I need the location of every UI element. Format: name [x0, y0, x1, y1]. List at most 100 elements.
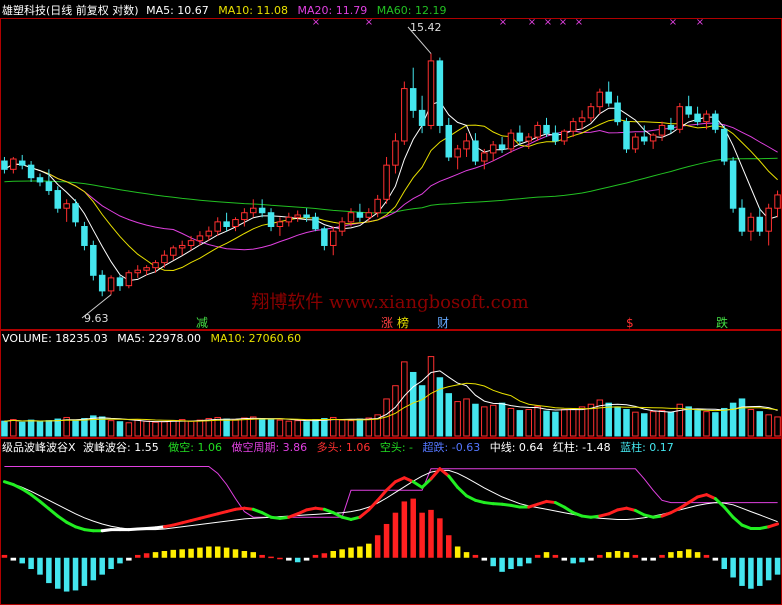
volume-bar — [481, 406, 488, 437]
candle-body — [392, 140, 399, 166]
indicator-bar — [259, 554, 265, 558]
swing-line-segment — [29, 493, 42, 503]
volume-header: VOLUME: 18235.03 MA5: 22978.00 MA10: 270… — [2, 332, 301, 345]
volume-bar — [623, 409, 630, 437]
swing-line-segment — [438, 467, 451, 478]
candle-body — [747, 216, 755, 232]
indicator-bar — [90, 557, 97, 581]
indicator-bar — [694, 552, 701, 558]
indicator-bar — [561, 557, 568, 561]
volume-bar — [10, 419, 17, 437]
indicator-bar — [748, 557, 754, 589]
candle-body — [241, 212, 248, 221]
volume-bar — [338, 419, 346, 437]
candle-body — [374, 198, 381, 214]
candle-body — [116, 277, 124, 287]
indicator-bar — [534, 554, 541, 558]
candle-body — [720, 128, 728, 162]
indicator-bar — [188, 548, 194, 558]
swing-line-segment — [767, 522, 780, 529]
volume-bar — [712, 412, 719, 437]
candle-body — [516, 132, 524, 142]
swing-line-segment — [456, 485, 469, 498]
candle-body — [294, 214, 301, 218]
volume-bar — [641, 413, 648, 437]
volume-bar — [143, 420, 150, 437]
candle-body — [81, 226, 88, 246]
signal-cross-mark: × — [575, 17, 583, 28]
volume-bar — [392, 385, 399, 437]
candle-body — [409, 88, 417, 111]
candle-body — [250, 207, 257, 214]
candle-body — [63, 203, 70, 209]
indicator-bar — [63, 557, 70, 592]
volume-panel — [1, 356, 781, 437]
low-label: 9.63 — [84, 312, 109, 325]
indicator-bar — [632, 554, 639, 558]
candle-body — [98, 274, 106, 292]
volume-bar — [729, 402, 737, 437]
volume-bar — [196, 419, 204, 437]
candle-body — [427, 60, 435, 126]
volume-bar — [569, 407, 577, 437]
magenta-cycle-line — [4, 466, 778, 518]
signal-cross-mark: × — [528, 17, 536, 28]
ma5-label: MA5: 10.67 — [146, 4, 209, 17]
indicator-bar — [19, 557, 25, 564]
indicator-bar — [508, 557, 514, 570]
ind-p7: 中线: 0.64 — [490, 440, 544, 454]
indicator-bar — [721, 557, 727, 570]
indicator-bar — [605, 552, 612, 558]
indicator-bar — [614, 550, 621, 558]
volume-bar — [507, 407, 515, 437]
indicator-bar — [419, 512, 425, 558]
volume-bar — [18, 421, 26, 437]
indicator-bar — [446, 535, 452, 558]
swing-line-segment — [447, 474, 460, 489]
candle-body — [552, 132, 559, 142]
volume-bar — [632, 411, 639, 437]
candle-body — [401, 88, 408, 142]
indicator-title: 级品波峰波谷X — [2, 441, 76, 454]
volume-bar — [356, 418, 364, 437]
volume-bar — [463, 398, 470, 437]
volume-bar — [232, 419, 239, 437]
indicator-bar — [312, 554, 319, 558]
volume-bar — [365, 417, 373, 437]
indicator-bar — [490, 557, 496, 567]
indicator-bar — [321, 553, 328, 558]
volume-bar — [152, 421, 159, 437]
watermark: 翔博软件 www.xiangbosoft.com — [251, 292, 528, 313]
ind-p4: 多头: 1.06 — [317, 440, 371, 454]
candle-body — [134, 269, 141, 274]
ma10-line — [4, 118, 778, 272]
indicator-bar — [214, 546, 221, 558]
volume-bar — [312, 419, 319, 437]
volume-bar — [552, 411, 559, 437]
volume-bar — [45, 420, 53, 437]
candle-body — [712, 113, 719, 130]
swing-line-segment — [385, 480, 397, 492]
indicator-panel — [1, 466, 781, 592]
candle-body — [543, 124, 550, 134]
indicator-bar — [570, 557, 576, 564]
candle-body — [676, 106, 684, 130]
svg-text:雄塑科技(日线 前复权 对数) MA5: 10.: 雄塑科技(日线 前复权 对数) MA5: 10.67 MA10: 11.08 M… — [2, 3, 446, 17]
indicator-bar — [55, 557, 61, 589]
candle-body — [774, 194, 781, 209]
candle-body — [1, 160, 8, 170]
candle-body — [143, 267, 150, 271]
indicator-bar — [268, 556, 274, 559]
volume-bar — [116, 421, 124, 437]
volume-bar — [472, 403, 479, 437]
indicator-bar — [552, 554, 559, 558]
indicator-bar — [374, 535, 381, 558]
swing-line-segment — [687, 495, 700, 505]
indicator-bar — [588, 557, 594, 561]
volume-bar — [187, 420, 195, 437]
tag-bang: 榜 — [397, 315, 409, 330]
tag-jian: 减 — [196, 316, 208, 330]
signal-cross-mark: × — [312, 17, 320, 28]
indicator-bar — [597, 554, 603, 558]
volume-bar — [436, 377, 444, 437]
